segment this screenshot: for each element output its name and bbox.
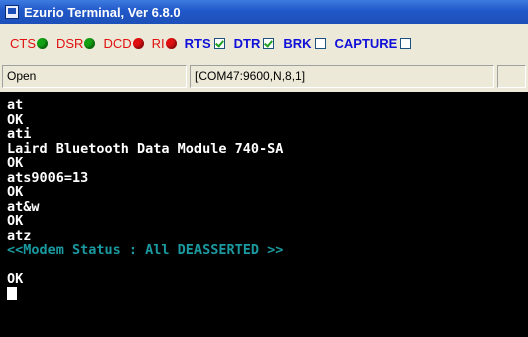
signal-dsr-label: DSR (56, 35, 84, 51)
signal-cts-label: CTS (10, 35, 36, 51)
dsr-led-icon (84, 37, 96, 49)
modem-status-line: <<Modem Status : All DEASSERTED >> (7, 242, 284, 258)
window-title: Ezurio Terminal, Ver 6.8.0 (24, 4, 181, 20)
port-settings: [COM47:9600,N,8,1] (190, 65, 494, 88)
rts-toggle[interactable]: RTS (185, 36, 225, 51)
status-extra-panel (497, 65, 526, 88)
terminal-line: OK (7, 271, 24, 287)
signal-ri-label: RI (151, 35, 165, 51)
terminal-lines: at OK ati Laird Bluetooth Data Module 740-S… (7, 98, 528, 287)
terminal-line: OK (7, 111, 24, 128)
signal-toolbar: CTS DSR DCD RI RTS DTR BRK CAPTURE (0, 24, 528, 62)
terminal-line: OK (7, 184, 24, 200)
signal-cts: CTS (10, 36, 48, 51)
ri-led-icon (165, 37, 177, 49)
connection-state: Open (2, 65, 187, 88)
signal-dsr: DSR (56, 35, 96, 51)
terminal-line: atz (7, 227, 32, 244)
status-bar: Open [COM47:9600,N,8,1] (0, 62, 528, 92)
capture-label: CAPTURE (334, 35, 398, 51)
capture-checkbox[interactable] (400, 37, 412, 49)
terminal-line: OK (7, 155, 24, 171)
cts-led-icon (37, 37, 48, 49)
brk-checkbox[interactable] (314, 37, 326, 49)
signal-dcd-label: DCD (103, 35, 132, 51)
brk-label: BRK (283, 35, 312, 51)
terminal-output[interactable]: at OK ati Laird Bluetooth Data Module 740-S… (0, 92, 528, 337)
signal-dcd: DCD (103, 35, 144, 51)
dtr-toggle[interactable]: DTR (234, 36, 275, 51)
brk-toggle[interactable]: BRK (283, 35, 326, 51)
rts-checkbox[interactable] (213, 37, 225, 49)
text-cursor (7, 286, 17, 300)
terminal-line: ats9006=13 (7, 169, 89, 186)
terminal-line: ati (7, 126, 32, 142)
title-bar: Ezurio Terminal, Ver 6.8.0 (0, 0, 528, 24)
terminal-line: at&w (7, 198, 40, 215)
dcd-led-icon (132, 37, 144, 49)
terminal-line: OK (7, 213, 24, 229)
terminal-cursor-line (7, 286, 528, 302)
signal-ri: RI (152, 36, 177, 51)
terminal-line: Laird Bluetooth Data Module 740-SA (7, 140, 284, 157)
rts-label: RTS (184, 35, 211, 51)
capture-toggle[interactable]: CAPTURE (335, 36, 412, 51)
terminal-app-icon (5, 5, 19, 19)
terminal-line: at (7, 97, 24, 113)
dtr-checkbox[interactable] (263, 37, 275, 49)
dtr-label: DTR (233, 35, 261, 51)
